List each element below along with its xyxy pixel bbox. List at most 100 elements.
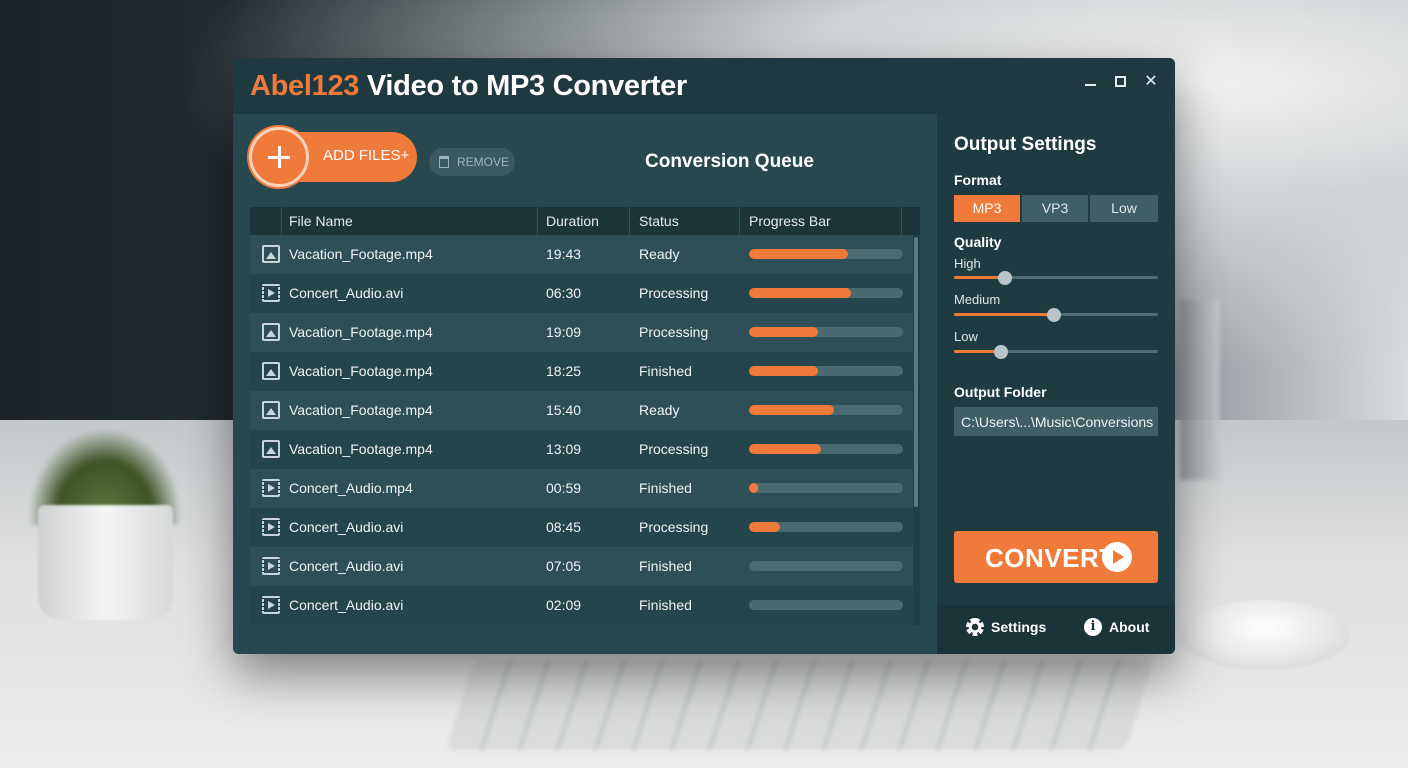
table-row[interactable]: Vacation_Footage.mp4 19:09 Processing (250, 313, 913, 352)
progress-fill (749, 327, 819, 337)
quality-high-slider[interactable] (954, 271, 1158, 285)
duration-cell: 13:09 (546, 441, 582, 457)
status-cell: Finished (639, 480, 692, 496)
duration-cell: 19:43 (546, 246, 582, 262)
table-row[interactable]: Vacation_Footage.mp4 13:09 Processing (250, 430, 913, 469)
duration-cell: 00:59 (546, 480, 582, 496)
progress-fill (749, 405, 834, 415)
slider-thumb[interactable] (1046, 308, 1061, 322)
file-name-cell: Concert_Audio.avi (289, 285, 404, 301)
column-header-duration[interactable]: Duration (546, 213, 599, 229)
status-cell: Finished (639, 558, 692, 574)
minimize-button[interactable] (1079, 70, 1103, 94)
duration-cell: 08:45 (546, 519, 582, 535)
output-folder-label: Output Folder (954, 384, 1047, 400)
table-scrollbar[interactable] (914, 237, 918, 507)
convert-label: CONVERT (985, 543, 1116, 573)
status-cell: Processing (639, 285, 709, 301)
file-name-cell: Concert_Audio.avi (289, 558, 404, 574)
queue-title: Conversion Queue (645, 151, 814, 172)
quality-label: Quality (954, 234, 1002, 250)
image-file-icon (262, 401, 280, 419)
gear-icon (966, 618, 984, 636)
progress-fill (749, 249, 848, 259)
minimize-icon (1085, 84, 1096, 86)
table-row[interactable]: Concert_Audio.avi 08:45 Processing (250, 508, 913, 547)
column-header-file-name[interactable]: File Name (289, 213, 353, 229)
quality-medium-label: Medium (954, 292, 1001, 307)
slider-thumb[interactable] (998, 271, 1012, 285)
table-row[interactable]: Concert_Audio.avi 07:05 Finished (250, 547, 913, 586)
table-row[interactable]: Concert_Audio.avi 06:30 Processing (250, 274, 913, 313)
add-files-button[interactable]: ADD FILES+ (249, 127, 417, 187)
output-folder-field[interactable] (954, 407, 1158, 436)
file-name-cell: Vacation_Footage.mp4 (289, 363, 433, 379)
column-header-status[interactable]: Status (639, 213, 679, 229)
play-icon (1102, 542, 1132, 572)
output-settings-title: Output Settings (954, 134, 1097, 155)
quality-medium-slider[interactable] (954, 308, 1158, 322)
output-settings-panel: Output Settings Format MP3 VP3 Low Quali… (937, 114, 1175, 654)
remove-button[interactable]: REMOVE (429, 148, 515, 176)
progress-bar (749, 249, 903, 259)
video-file-icon (262, 479, 280, 497)
file-name-cell: Concert_Audio.avi (289, 519, 404, 535)
image-file-icon (262, 362, 280, 380)
status-cell: Processing (639, 441, 709, 457)
file-name-cell: Concert_Audio.mp4 (289, 480, 413, 496)
slider-thumb[interactable] (993, 345, 1008, 359)
progress-bar (749, 561, 903, 571)
close-icon: ✕ (1144, 73, 1158, 90)
progress-bar (749, 288, 903, 298)
image-file-icon (262, 245, 280, 263)
add-files-label: ADD FILES+ (323, 147, 410, 164)
background-mouse (1180, 600, 1350, 670)
close-button[interactable]: ✕ (1139, 70, 1163, 94)
about-link[interactable]: i About (1084, 618, 1150, 636)
table-row[interactable]: Vacation_Footage.mp4 19:43 Ready (250, 235, 913, 274)
status-cell: Ready (639, 246, 680, 262)
maximize-button[interactable] (1109, 70, 1133, 94)
file-name-cell: Vacation_Footage.mp4 (289, 246, 433, 262)
video-file-icon (262, 284, 280, 302)
progress-bar (749, 327, 903, 337)
table-row[interactable]: Vacation_Footage.mp4 18:25 Finished (250, 352, 913, 391)
file-name-cell: Vacation_Footage.mp4 (289, 441, 433, 457)
format-option-mp3[interactable]: MP3 (954, 195, 1020, 222)
about-label: About (1109, 619, 1150, 635)
slider-fill (954, 313, 1054, 316)
convert-button[interactable]: CONVERT (954, 531, 1158, 583)
quality-high-label: High (954, 256, 981, 271)
background-plant-pot (38, 505, 173, 620)
trash-icon (439, 156, 449, 168)
table-row[interactable]: Vacation_Footage.mp4 15:40 Ready (250, 391, 913, 430)
progress-bar (749, 522, 903, 532)
progress-fill (749, 522, 780, 532)
footer-bar: Settings i About (937, 605, 1175, 654)
progress-fill (749, 483, 759, 493)
progress-bar (749, 600, 903, 610)
table-row[interactable]: Concert_Audio.avi 02:09 Finished (250, 586, 913, 625)
progress-fill (749, 366, 819, 376)
settings-link[interactable]: Settings (966, 618, 1046, 636)
duration-cell: 15:40 (546, 402, 582, 418)
duration-cell: 06:30 (546, 285, 582, 301)
plus-icon (249, 127, 309, 187)
quality-low-slider[interactable] (954, 345, 1158, 359)
table-row[interactable]: Concert_Audio.mp4 00:59 Finished (250, 469, 913, 508)
conversion-queue-table: File Name Duration Status Progress Bar V… (250, 207, 920, 625)
status-cell: Finished (639, 597, 692, 613)
maximize-icon (1115, 76, 1126, 87)
background-keyboard (445, 660, 1155, 750)
video-file-icon (262, 518, 280, 536)
app-window: Abel123 Video to MP3 Converter ✕ ADD FIL… (233, 58, 1175, 654)
duration-cell: 07:05 (546, 558, 582, 574)
column-header-progress[interactable]: Progress Bar (749, 213, 831, 229)
format-option-vp3[interactable]: VP3 (1022, 195, 1088, 222)
duration-cell: 18:25 (546, 363, 582, 379)
title-bar[interactable]: Abel123 Video to MP3 Converter ✕ (233, 58, 1175, 114)
format-option-low[interactable]: Low (1090, 195, 1158, 222)
quality-low-label: Low (954, 329, 978, 344)
status-cell: Processing (639, 519, 709, 535)
file-name-cell: Vacation_Footage.mp4 (289, 324, 433, 340)
